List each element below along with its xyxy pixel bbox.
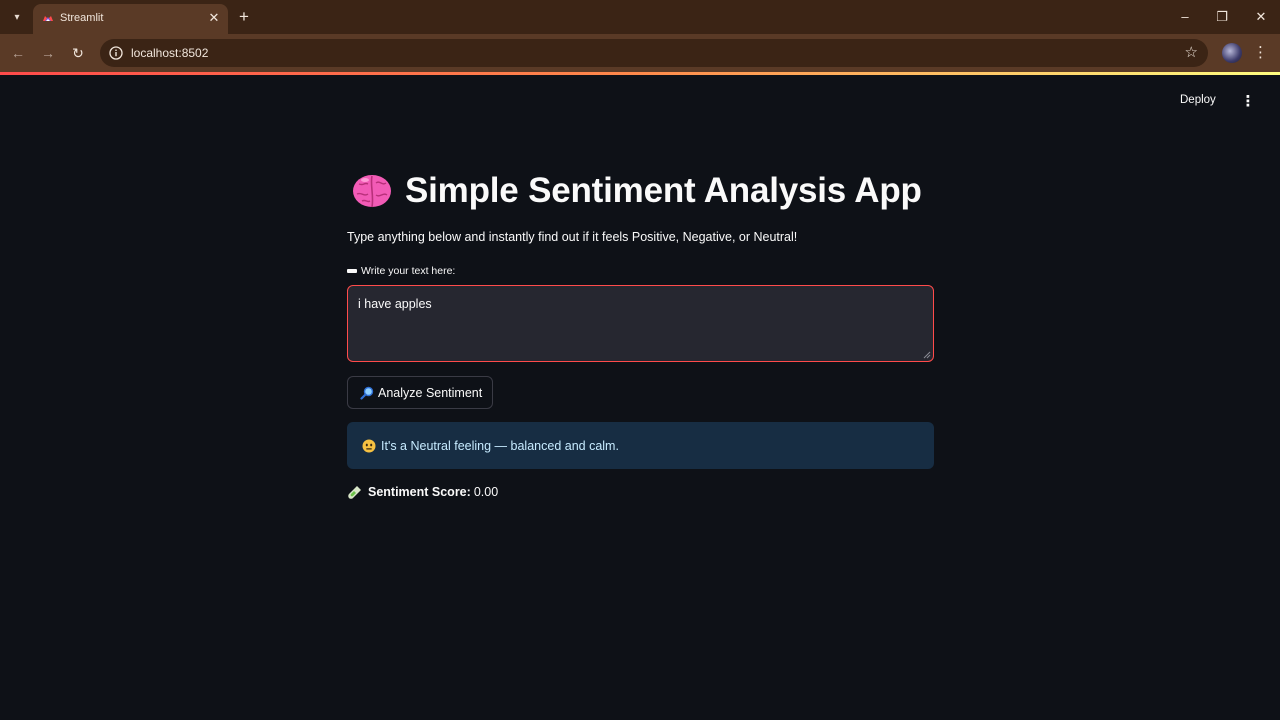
sentiment-score: Sentiment Score: 0.00 xyxy=(348,485,498,499)
streamlit-app: Deploy ⋮ Simple Sentiment Analysis App T… xyxy=(0,75,1280,720)
address-bar[interactable]: localhost:8502 ☆ xyxy=(100,39,1208,67)
tab-search-chevron-icon[interactable]: ▾ xyxy=(8,8,26,26)
app-main-menu-icon[interactable]: ⋮ xyxy=(1240,92,1256,112)
tab-close-icon[interactable]: ✕ xyxy=(206,10,222,26)
tab-title: Streamlit xyxy=(60,12,104,24)
neutral-face-icon xyxy=(362,439,376,452)
close-window-button[interactable]: ✕ xyxy=(1250,7,1272,27)
resize-handle-icon[interactable] xyxy=(923,351,931,359)
bookmark-star-icon[interactable]: ☆ xyxy=(1185,43,1198,63)
browser-tab[interactable]: Streamlit ✕ xyxy=(33,4,228,34)
test-tube-icon xyxy=(348,486,361,499)
page-subtitle: Type anything below and instantly find o… xyxy=(347,230,798,244)
page-title-row: Simple Sentiment Analysis App xyxy=(351,168,922,214)
score-label: Sentiment Score: xyxy=(368,485,471,499)
browser-tabstrip: ▾ Streamlit ✕ + – ❐ ✕ xyxy=(0,0,1280,34)
browser-toolbar: ← → ↻ localhost:8502 ☆ ⋮ xyxy=(0,34,1280,72)
sentiment-result-alert: It's a Neutral feeling — balanced and ca… xyxy=(347,422,934,469)
magnifier-icon xyxy=(360,386,374,400)
page-title: Simple Sentiment Analysis App xyxy=(405,171,922,210)
forward-arrow-icon[interactable]: → xyxy=(38,43,58,63)
minimize-button[interactable]: – xyxy=(1174,7,1196,27)
deploy-button[interactable]: Deploy xyxy=(1180,94,1216,106)
profile-avatar[interactable] xyxy=(1222,43,1242,63)
text-input-label-text: Write your text here: xyxy=(361,265,456,277)
back-arrow-icon[interactable]: ← xyxy=(8,43,28,63)
url-text: localhost:8502 xyxy=(131,46,209,60)
analyze-sentiment-button[interactable]: Analyze Sentiment xyxy=(347,376,493,409)
new-tab-button[interactable]: + xyxy=(235,8,253,26)
streamlit-favicon-icon xyxy=(43,16,53,21)
text-input-label: Write your text here: xyxy=(347,265,455,277)
restore-button[interactable]: ❐ xyxy=(1211,7,1233,27)
analyze-button-label: Analyze Sentiment xyxy=(378,385,483,400)
browser-menu-icon[interactable]: ⋮ xyxy=(1253,43,1268,63)
pencil-icon xyxy=(347,269,357,273)
reload-icon[interactable]: ↻ xyxy=(68,43,88,63)
sentiment-text-input[interactable]: i have apples xyxy=(347,285,934,362)
result-message: It's a Neutral feeling — balanced and ca… xyxy=(381,438,619,453)
site-info-icon[interactable] xyxy=(108,45,124,61)
brain-icon xyxy=(353,175,391,208)
score-value: 0.00 xyxy=(473,485,499,499)
